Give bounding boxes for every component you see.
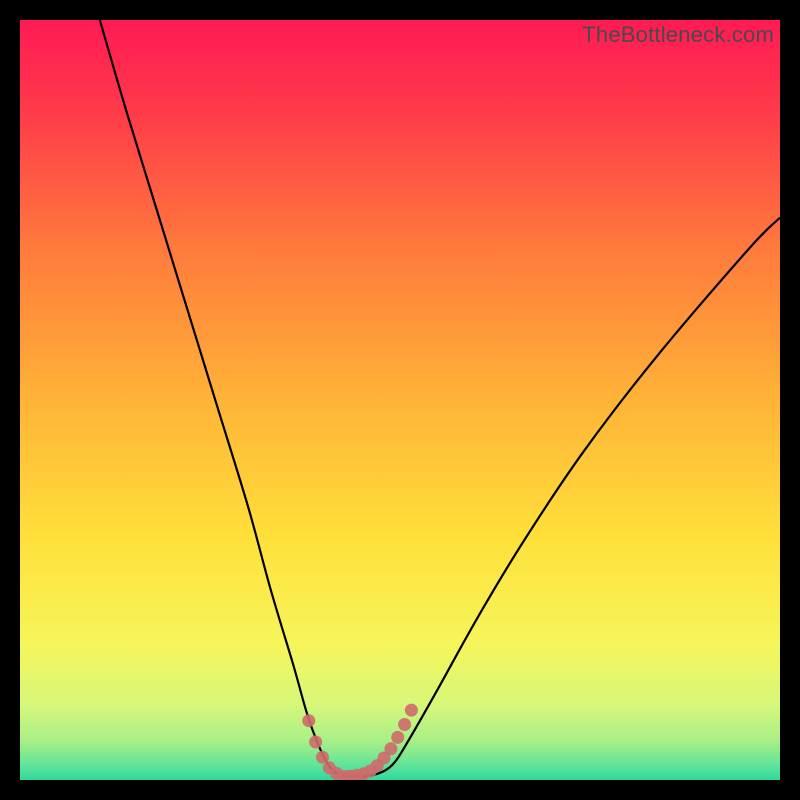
frame-border-left bbox=[0, 0, 20, 800]
frame-border-right bbox=[780, 0, 800, 800]
chart-frame: TheBottleneck.com bbox=[20, 20, 780, 780]
frame-border-bottom bbox=[0, 780, 800, 800]
heat-gradient-background bbox=[20, 20, 780, 780]
watermark-text: TheBottleneck.com bbox=[582, 22, 774, 48]
frame-border-top bbox=[0, 0, 800, 20]
